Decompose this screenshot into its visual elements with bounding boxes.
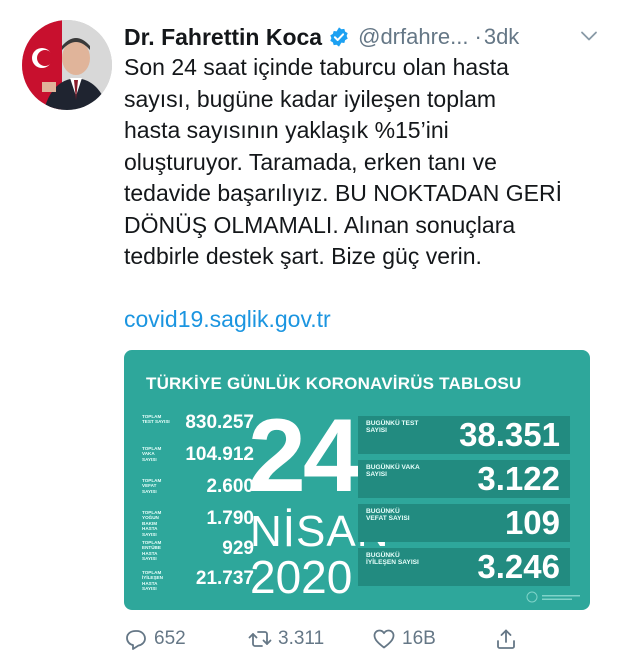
avatar-image: [22, 20, 112, 110]
card-title: TÜRKİYE GÜNLÜK KORONAVİRÜS TABLOSU: [146, 374, 522, 393]
daily-stat-box: BUGÜNKÜ VEFAT SAYISI 109: [358, 504, 570, 542]
like-button[interactable]: 16B: [372, 623, 436, 655]
date-year: 2020: [250, 551, 353, 603]
tweet-text: Son 24 saat içinde taburcu olan hasta sa…: [124, 52, 604, 273]
display-name[interactable]: Dr. Fahrettin Koca: [124, 24, 322, 51]
handle[interactable]: @drfahre...: [358, 24, 468, 50]
separator-dot: ·: [474, 24, 482, 49]
ministry-logo-icon: [526, 591, 580, 603]
total-stat-row: TOPLAM ENTÜBE HASTA SAYISI 929: [142, 538, 254, 568]
tweet-text-line: hasta sayısının yaklaşık %15’ini: [124, 117, 449, 143]
share-button[interactable]: [494, 623, 518, 655]
daily-stat-label: BUGÜNKÜ TEST SAYISI: [366, 420, 419, 435]
retweet-count: 3.311: [278, 628, 325, 649]
total-stat-label: TOPLAM İYİLEŞEN HASTA SAYISI: [142, 570, 163, 592]
total-stat-label: TOPLAM VAKA SAYISI: [142, 446, 162, 462]
tweet-text-line: tedavide başarılıyız. BU NOKTADAN GERİ: [124, 180, 562, 206]
reply-button[interactable]: 652: [124, 623, 186, 655]
total-stat-value: 21.737: [195, 568, 254, 589]
tweet-text-line: oluşturuyor. Taramada, erken tanı ve: [124, 148, 497, 175]
daily-stat-value: 38.351: [459, 416, 560, 453]
like-count: 16B: [402, 628, 436, 649]
daily-stat-value: 109: [504, 504, 560, 541]
share-icon: [497, 629, 515, 649]
like-icon: [373, 629, 395, 649]
verified-badge-icon: [330, 27, 348, 47]
total-stat-label: TOPLAM VEFAT SAYISI: [142, 478, 162, 494]
total-stat-value: 2.600: [206, 476, 254, 497]
daily-stat-label: BUGÜNKÜ VAKA SAYISI: [366, 464, 420, 479]
timestamp[interactable]: 3dk: [484, 24, 519, 50]
total-stat-row: TOPLAM YOĞUN BAKIM HASTA SAYISI 1.790: [142, 508, 254, 538]
retweet-icon: [248, 631, 272, 647]
total-stat-row: TOPLAM TEST SAYISI 830.257: [142, 412, 254, 442]
tweet-text-line: tedbirle destek şart. Bize güç verin.: [124, 243, 482, 269]
total-stat-label: TOPLAM TEST SAYISI: [142, 414, 170, 425]
chevron-down-icon[interactable]: [580, 27, 598, 45]
retweet-button[interactable]: 3.311: [248, 623, 324, 655]
total-stat-label: TOPLAM YOĞUN BAKIM HASTA SAYISI: [142, 510, 162, 537]
daily-stat-box: BUGÜNKÜ VAKA SAYISI 3.122: [358, 460, 570, 498]
tweet-text-line: sayısı, bugüne kadar iyileşen toplam: [124, 85, 497, 112]
daily-stat-label: BUGÜNKÜ İYİLEŞEN SAYISI: [366, 552, 419, 567]
total-stat-value: 830.257: [185, 412, 254, 433]
tweet-text-line: DÖNÜŞ OLMAMALI. Alınan sonuçlara: [124, 211, 516, 238]
total-stat-row: TOPLAM İYİLEŞEN HASTA SAYISI 21.737: [142, 568, 254, 598]
tweet-text-line: Son 24 saat içinde taburcu olan hasta: [124, 54, 509, 80]
tweet-link[interactable]: covid19.saglik.gov.tr: [124, 306, 331, 333]
tweet-actions: 652 3.311 16B: [124, 623, 594, 655]
daily-stat-value: 3.246: [477, 548, 560, 585]
date-day: 24: [248, 398, 361, 514]
daily-stat-value: 3.122: [477, 460, 560, 497]
reply-icon: [126, 630, 146, 650]
daily-stat-box: BUGÜNKÜ İYİLEŞEN SAYISI 3.246: [358, 548, 570, 586]
total-stat-row: TOPLAM VAKA SAYISI 104.912: [142, 444, 254, 474]
total-stat-label: TOPLAM ENTÜBE HASTA SAYISI: [142, 540, 162, 562]
total-stat-value: 104.912: [185, 444, 254, 465]
daily-stat-box: BUGÜNKÜ TEST SAYISI 38.351: [358, 416, 570, 454]
total-stat-row: TOPLAM VEFAT SAYISI 2.600: [142, 476, 254, 506]
avatar[interactable]: [22, 20, 112, 110]
tweet-header: Dr. Fahrettin Koca @drfahre... · 3dk: [124, 21, 604, 53]
media-card-image[interactable]: TÜRKİYE GÜNLÜK KORONAVİRÜS TABLOSU TOPLA…: [124, 350, 590, 610]
total-stat-value: 1.790: [206, 508, 254, 529]
reply-count: 652: [154, 628, 186, 649]
daily-stat-label: BUGÜNKÜ VEFAT SAYISI: [366, 508, 410, 523]
